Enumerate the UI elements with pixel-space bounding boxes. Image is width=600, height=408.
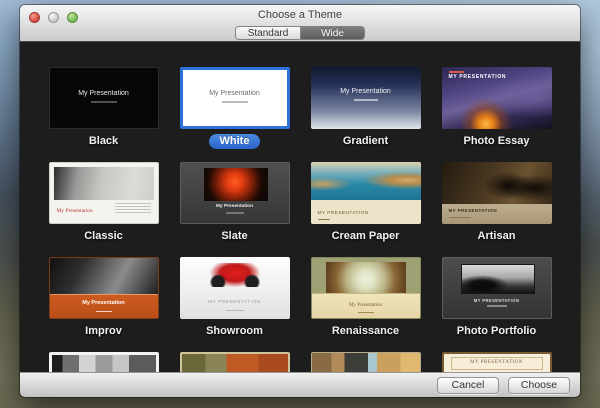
thumbnail-slide-subtitle: [225, 310, 244, 311]
thumbnail-art: [114, 203, 151, 215]
title-bar: Choose a Theme Standard Wide: [20, 5, 580, 42]
theme-item-artisan[interactable]: MY PRESENTATION Artisan: [441, 162, 552, 244]
theme-thumbnail[interactable]: My Presentation: [179, 67, 290, 129]
theme-item-showroom[interactable]: MY PRESENTATION Showroom: [179, 257, 290, 339]
thumbnail-slide-subtitle: [221, 101, 248, 103]
theme-thumbnail[interactable]: My Presentation: [48, 162, 159, 224]
theme-name-label: White: [208, 134, 261, 149]
theme-thumbnail[interactable]: MY PRESENTATION: [441, 67, 552, 129]
theme-name-label: Improv: [85, 325, 122, 337]
theme-name-label: Renaissance: [331, 325, 400, 337]
size-segmented-control: Standard Wide: [235, 26, 365, 40]
theme-item-partial[interactable]: [48, 352, 159, 372]
thumbnail-slide-title: My Presentation: [349, 303, 382, 308]
theme-item-partial[interactable]: [310, 352, 421, 372]
minimize-button[interactable]: [48, 12, 59, 23]
theme-item-gradient[interactable]: My Presentation Gradient: [310, 67, 421, 149]
theme-name-label: Classic: [84, 230, 123, 242]
zoom-button[interactable]: [67, 12, 78, 23]
thumbnail-slide-subtitle: [448, 216, 471, 218]
theme-name-label: Photo Essay: [463, 135, 530, 147]
theme-item-cream-paper[interactable]: MY PRESENTATION Cream Paper: [310, 162, 421, 244]
close-button[interactable]: [29, 12, 40, 23]
choose-theme-dialog: Choose a Theme Standard Wide My Presenta…: [20, 5, 580, 397]
thumbnail-slide-title: MY PRESENTATION: [208, 300, 261, 305]
thumbnail-art: [460, 264, 535, 294]
theme-item-black[interactable]: My Presentation Black: [48, 67, 159, 149]
thumbnail-slide-subtitle: [317, 219, 330, 220]
thumbnail-slide-title: MY PRESENTATION: [470, 360, 523, 365]
theme-thumbnail[interactable]: My Presentation: [48, 257, 159, 319]
theme-thumbnail[interactable]: [310, 352, 421, 372]
thumbnail-slide-title: My Presentation: [215, 204, 254, 209]
theme-item-improv[interactable]: My Presentation Improv: [48, 257, 159, 339]
thumbnail-art: [53, 167, 154, 200]
theme-name-label: Showroom: [206, 325, 263, 337]
theme-thumbnail[interactable]: My Presentation: [48, 67, 159, 129]
traffic-lights: [29, 12, 78, 23]
theme-thumbnail[interactable]: MY PRESENTATION: [179, 257, 290, 319]
window-title: Choose a Theme: [257, 9, 343, 21]
thumbnail-art: [49, 294, 158, 318]
thumbnail-slide-subtitle: [95, 310, 112, 312]
theme-item-classic[interactable]: My Presentation Classic: [48, 162, 159, 244]
desktop-wallpaper: Choose a Theme Standard Wide My Presenta…: [0, 0, 600, 408]
theme-thumbnail[interactable]: My Presentation: [179, 162, 290, 224]
thumbnail-slide-subtitle: [353, 99, 378, 101]
theme-name-label: Photo Portfolio: [456, 325, 537, 337]
thumbnail-art: [203, 168, 268, 201]
thumbnail-slide-subtitle: [225, 212, 244, 214]
thumbnail-art: [310, 162, 421, 200]
theme-item-photo-essay[interactable]: MY PRESENTATION Photo Essay: [441, 67, 552, 149]
theme-name-label: Cream Paper: [331, 230, 400, 242]
thumbnail-art: [325, 262, 406, 295]
theme-chooser-content: My Presentation Black My Presentation White…: [20, 42, 580, 372]
theme-thumbnail[interactable]: My Presentation: [310, 257, 421, 319]
thumbnail-slide-subtitle: [486, 305, 507, 307]
thumbnail-slide-title: MY PRESENTATION: [448, 208, 498, 213]
theme-item-renaissance[interactable]: My Presentation Renaissance: [310, 257, 421, 339]
theme-item-slate[interactable]: My Presentation Slate: [179, 162, 290, 244]
dialog-footer: Cancel Choose: [20, 372, 580, 397]
theme-thumbnail[interactable]: [179, 352, 290, 372]
thumbnail-art: [441, 204, 552, 224]
cancel-button[interactable]: Cancel: [437, 376, 499, 394]
thumbnail-slide-title: My Presentation: [340, 88, 391, 95]
theme-name-label: Artisan: [477, 230, 516, 242]
theme-grid: My Presentation Black My Presentation White…: [20, 42, 580, 372]
thumbnail-art: [51, 355, 156, 372]
segment-standard[interactable]: Standard: [236, 27, 300, 39]
thumbnail-slide-title: My Presentation: [82, 300, 125, 306]
theme-thumbnail[interactable]: MY PRESENTATION: [441, 162, 552, 224]
theme-thumbnail[interactable]: My Presentation: [310, 67, 421, 129]
theme-item-partial[interactable]: MY PRESENTATION: [441, 352, 552, 372]
thumbnail-slide-title: My Presentation: [209, 90, 260, 97]
thumbnail-slide-subtitle: [90, 101, 117, 103]
theme-name-label: Gradient: [342, 135, 389, 147]
thumbnail-slide-subtitle: [357, 312, 374, 313]
theme-thumbnail[interactable]: MY PRESENTATION: [441, 352, 552, 372]
thumbnail-art: [209, 263, 260, 287]
theme-thumbnail[interactable]: MY PRESENTATION: [441, 257, 552, 319]
theme-item-white[interactable]: My Presentation White: [179, 67, 290, 149]
theme-thumbnail[interactable]: [48, 352, 159, 372]
thumbnail-slide-title: MY PRESENTATION: [317, 211, 369, 216]
theme-item-photo-portfolio[interactable]: MY PRESENTATION Photo Portfolio: [441, 257, 552, 339]
theme-thumbnail[interactable]: MY PRESENTATION: [310, 162, 421, 224]
thumbnail-slide-title: My Presentation: [56, 208, 93, 214]
choose-button[interactable]: Choose: [508, 376, 570, 394]
thumbnail-slide-title: MY PRESENTATION: [448, 74, 507, 80]
theme-name-label: Black: [88, 135, 119, 147]
theme-name-label: Slate: [221, 230, 248, 242]
thumbnail-slide-subtitle: [448, 71, 464, 73]
theme-item-partial[interactable]: [179, 352, 290, 372]
thumbnail-slide-title: MY PRESENTATION: [473, 298, 520, 303]
segment-wide[interactable]: Wide: [300, 27, 364, 39]
thumbnail-slide-title: My Presentation: [78, 90, 129, 97]
